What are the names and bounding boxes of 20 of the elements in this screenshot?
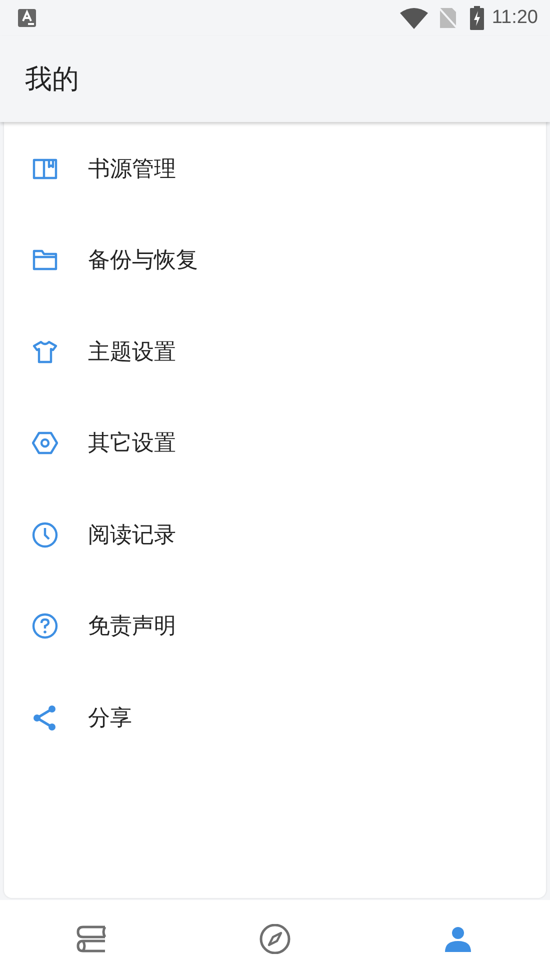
no-sim-icon — [438, 7, 458, 29]
books-icon[interactable] — [74, 924, 109, 954]
menu-item[interactable]: 备份与恢复 — [88, 245, 198, 276]
menu-item[interactable]: 其它设置 — [88, 428, 176, 458]
wifi-icon — [400, 7, 428, 29]
keyboard-app-icon — [18, 9, 36, 27]
compass-icon[interactable] — [258, 924, 292, 954]
battery-charging-icon — [470, 6, 484, 30]
shirt-icon — [32, 338, 58, 365]
menu-item[interactable]: 书源管理 — [88, 154, 176, 184]
menu-item[interactable]: 阅读记录 — [88, 520, 176, 550]
menu-item[interactable]: 免责声明 — [88, 611, 176, 642]
share-icon — [32, 704, 58, 731]
clock-icon — [32, 522, 58, 548]
page-title: 我的 — [25, 63, 79, 97]
menu-item[interactable]: 主题设置 — [88, 336, 176, 367]
menu-item[interactable]: 分享 — [88, 702, 132, 733]
hexagon-nut-icon — [32, 430, 58, 456]
help-icon — [32, 613, 58, 640]
status-time: 11:20 — [492, 7, 538, 29]
